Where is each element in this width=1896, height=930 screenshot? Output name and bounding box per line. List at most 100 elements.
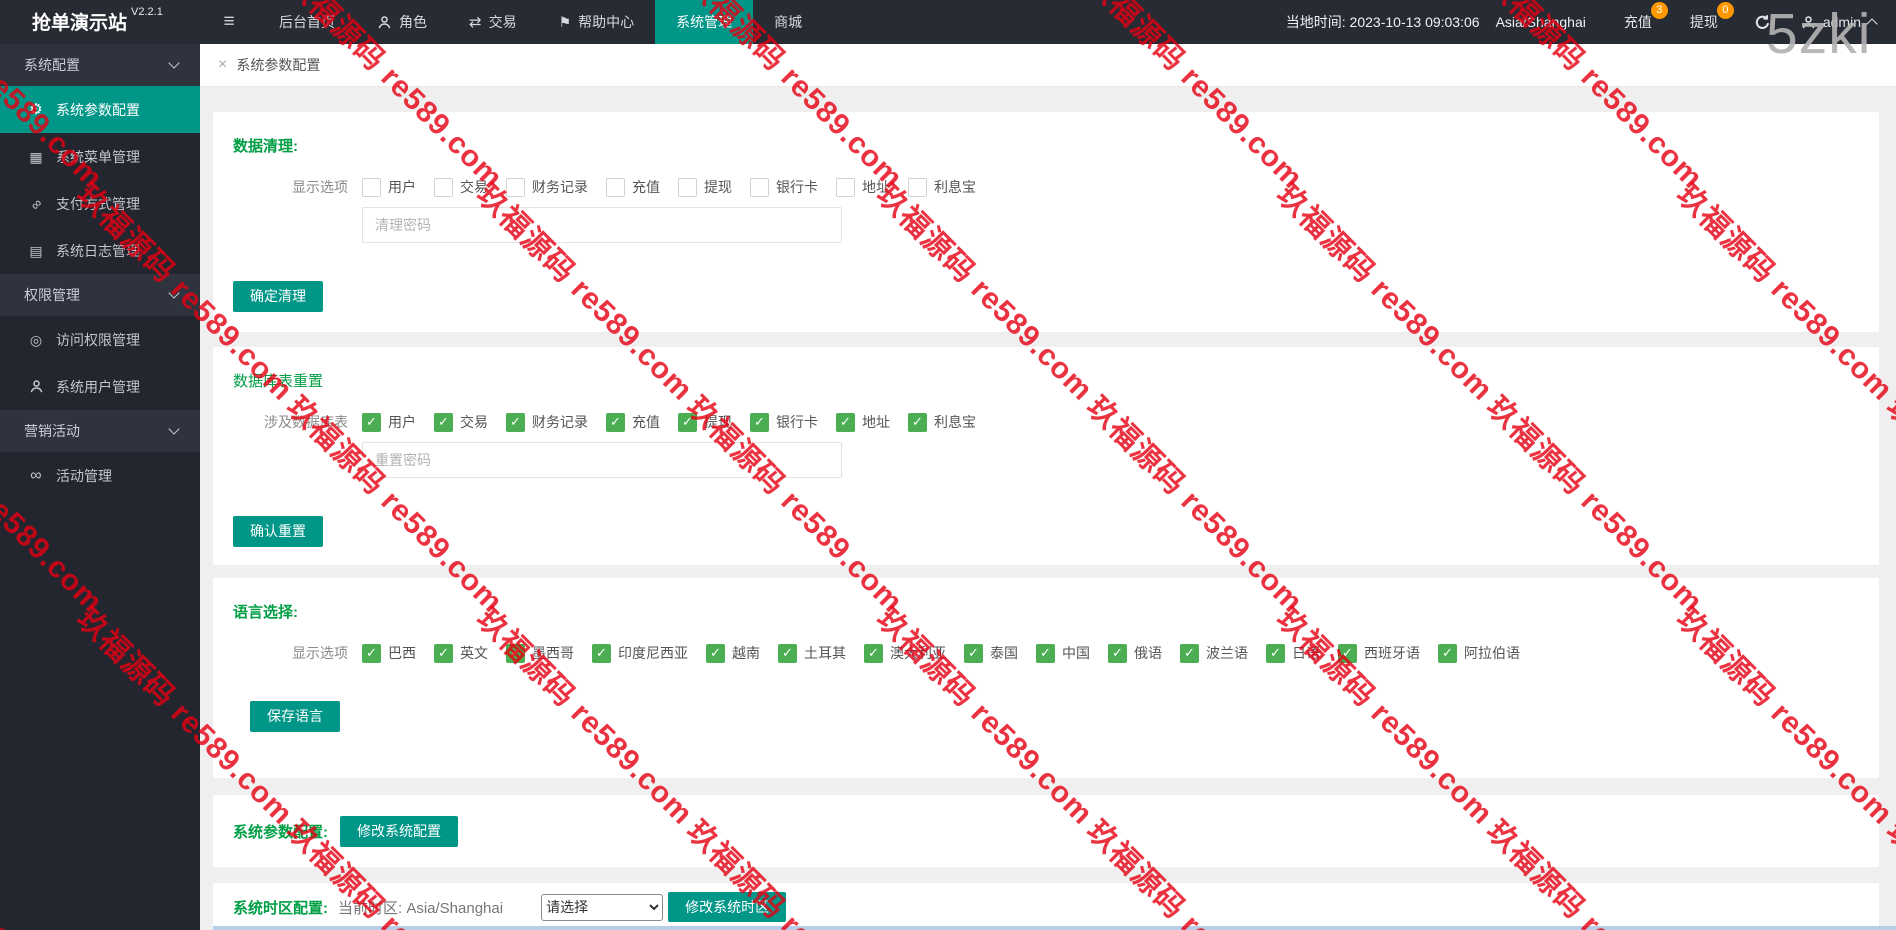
checkbox-option-银行卡[interactable]: 银行卡	[750, 177, 818, 197]
checkbox-option-充值[interactable]: 充值	[606, 177, 660, 197]
checkbox-option-印度尼西亚[interactable]: ✓ 印度尼西亚	[592, 643, 688, 663]
sidebar-item-label: 支付方式管理	[56, 195, 140, 212]
checkbox-label: 用户	[388, 179, 416, 195]
topbar-item[interactable]: ⇄ 交易	[448, 0, 538, 44]
checkbox-option-英文[interactable]: ✓ 英文	[434, 643, 488, 663]
checkbox-unchecked[interactable]	[908, 177, 927, 197]
topbar-item[interactable]: 后台首页	[258, 0, 356, 44]
modify-timezone-button[interactable]: 修改系统时区	[668, 892, 787, 922]
checkbox-option-利息宝[interactable]: ✓ 利息宝	[908, 412, 976, 432]
checkbox-checked[interactable]: ✓	[606, 412, 625, 432]
checkbox-checked[interactable]: ✓	[1338, 643, 1357, 663]
modify-system-config-button[interactable]: 修改系统配置	[340, 815, 458, 847]
close-icon[interactable]: ×	[218, 57, 227, 73]
sidebar-item-系统日志管理[interactable]: ▤ 系统日志管理	[0, 227, 200, 274]
checkbox-checked[interactable]: ✓	[706, 643, 725, 663]
checkbox-checked[interactable]: ✓	[678, 412, 697, 432]
sidebar-section-系统配置[interactable]: 系统配置	[0, 44, 200, 86]
topbar-right: 当地时间: 2023-10-13 09:03:06 Asia/Shanghai …	[1286, 0, 1896, 44]
sidebar-item-系统菜单管理[interactable]: ▦ 系统菜单管理	[0, 133, 200, 180]
checkbox-option-阿拉伯语[interactable]: ✓ 阿拉伯语	[1438, 643, 1520, 663]
checkbox-option-地址[interactable]: ✓ 地址	[836, 412, 890, 432]
checkbox-option-用户[interactable]: 用户	[362, 177, 416, 197]
checkbox-option-西班牙语[interactable]: ✓ 西班牙语	[1338, 643, 1420, 663]
user-menu[interactable]: admin	[1801, 14, 1878, 30]
hamburger-menu-icon[interactable]: ≡	[200, 0, 258, 44]
topbar-action-充值[interactable]: 充值 3	[1624, 2, 1668, 32]
sidebar-item-访问权限管理[interactable]: ◎ 访问权限管理	[0, 316, 200, 363]
checkbox-option-俄语[interactable]: ✓ 俄语	[1108, 643, 1162, 663]
checkbox-option-财务记录[interactable]: ✓ 财务记录	[506, 412, 588, 432]
checkbox-checked[interactable]: ✓	[362, 412, 381, 432]
checkbox-option-越南[interactable]: ✓ 越南	[706, 643, 760, 663]
topbar-item[interactable]: ⚑ 帮助中心	[538, 0, 656, 44]
checkbox-checked[interactable]: ✓	[362, 643, 381, 663]
checkbox-label: 中国	[1062, 645, 1090, 661]
checkbox-option-巴西[interactable]: ✓ 巴西	[362, 643, 416, 663]
checkbox-option-地址[interactable]: 地址	[836, 177, 890, 197]
confirm-cleanup-button[interactable]: 确定清理	[233, 281, 323, 312]
checkbox-checked[interactable]: ✓	[1036, 643, 1055, 663]
checkbox-checked[interactable]: ✓	[592, 643, 611, 663]
checkbox-checked[interactable]: ✓	[778, 643, 797, 663]
checkbox-unchecked[interactable]	[362, 177, 381, 197]
sidebar-item-label: 访问权限管理	[56, 331, 140, 348]
tab-system-param-config[interactable]: 系统参数配置	[236, 55, 320, 75]
checkbox-checked[interactable]: ✓	[836, 412, 855, 432]
checkbox-unchecked[interactable]	[606, 177, 625, 197]
checkbox-checked[interactable]: ✓	[1108, 643, 1127, 663]
refresh-icon[interactable]	[1754, 14, 1771, 31]
sidebar-item-活动管理[interactable]: ∞ 活动管理	[0, 452, 200, 499]
sidebar-item-系统参数配置[interactable]: ⚙ 系统参数配置	[0, 86, 200, 133]
checkbox-checked[interactable]: ✓	[908, 412, 927, 432]
checkbox-option-土耳其[interactable]: ✓ 土耳其	[778, 643, 846, 663]
sidebar-item-系统用户管理[interactable]: 系统用户管理	[0, 363, 200, 410]
cleanup-password-input[interactable]	[362, 207, 842, 243]
checkbox-option-银行卡[interactable]: ✓ 银行卡	[750, 412, 818, 432]
username-label: admin	[1822, 14, 1861, 30]
checkbox-unchecked[interactable]	[678, 177, 697, 197]
checkbox-checked[interactable]: ✓	[750, 412, 769, 432]
checkbox-option-墨西哥[interactable]: ✓ 墨西哥	[506, 643, 574, 663]
checkbox-option-提现[interactable]: 提现	[678, 177, 732, 197]
checkbox-unchecked[interactable]	[434, 177, 453, 197]
checkbox-unchecked[interactable]	[750, 177, 769, 197]
checkbox-checked[interactable]: ✓	[1438, 643, 1457, 663]
checkbox-checked[interactable]: ✓	[506, 643, 525, 663]
topbar-item[interactable]: 商城	[753, 0, 823, 44]
checkbox-option-泰国[interactable]: ✓ 泰国	[964, 643, 1018, 663]
sidebar-item-支付方式管理[interactable]: ∞ 支付方式管理	[0, 180, 200, 227]
checkbox-option-充值[interactable]: ✓ 充值	[606, 412, 660, 432]
checkbox-checked[interactable]: ✓	[964, 643, 983, 663]
checkbox-checked[interactable]: ✓	[506, 412, 525, 432]
checkbox-option-波兰语[interactable]: ✓ 波兰语	[1180, 643, 1248, 663]
checkbox-unchecked[interactable]	[506, 177, 525, 197]
checkbox-unchecked[interactable]	[836, 177, 855, 197]
checkbox-option-交易[interactable]: 交易	[434, 177, 488, 197]
topbar-action-提现[interactable]: 提现 0	[1690, 2, 1734, 32]
checkbox-option-中国[interactable]: ✓ 中国	[1036, 643, 1090, 663]
topbar-item[interactable]: 系统管理	[655, 0, 754, 44]
sidebar-section-营销活动[interactable]: 营销活动	[0, 410, 200, 452]
checkbox-checked[interactable]: ✓	[1266, 643, 1285, 663]
checkbox-option-财务记录[interactable]: 财务记录	[506, 177, 588, 197]
checkbox-checked[interactable]: ✓	[434, 643, 453, 663]
notification-badge: 0	[1716, 2, 1734, 19]
checkbox-option-澳大利亚[interactable]: ✓ 澳大利亚	[864, 643, 946, 663]
sidebar-section-权限管理[interactable]: 权限管理	[0, 274, 200, 316]
checkbox-checked[interactable]: ✓	[434, 412, 453, 432]
checkbox-option-交易[interactable]: ✓ 交易	[434, 412, 488, 432]
checkbox-checked[interactable]: ✓	[864, 643, 883, 663]
reset-password-input[interactable]	[362, 442, 842, 478]
checkbox-option-日语[interactable]: ✓ 日语	[1266, 643, 1320, 663]
checkbox-option-提现[interactable]: ✓ 提现	[678, 412, 732, 432]
notification-badge: 3	[1650, 2, 1668, 19]
timezone-select[interactable]: 请选择	[541, 893, 664, 921]
checkbox-option-用户[interactable]: ✓ 用户	[362, 412, 416, 432]
confirm-reset-button[interactable]: 确认重置	[233, 516, 323, 547]
checkbox-option-利息宝[interactable]: 利息宝	[908, 177, 976, 197]
checkbox-checked[interactable]: ✓	[1180, 643, 1199, 663]
horizontal-scrollbar[interactable]	[213, 926, 1896, 930]
topbar-item[interactable]: 角色	[356, 0, 448, 44]
save-language-button[interactable]: 保存语言	[250, 701, 340, 732]
